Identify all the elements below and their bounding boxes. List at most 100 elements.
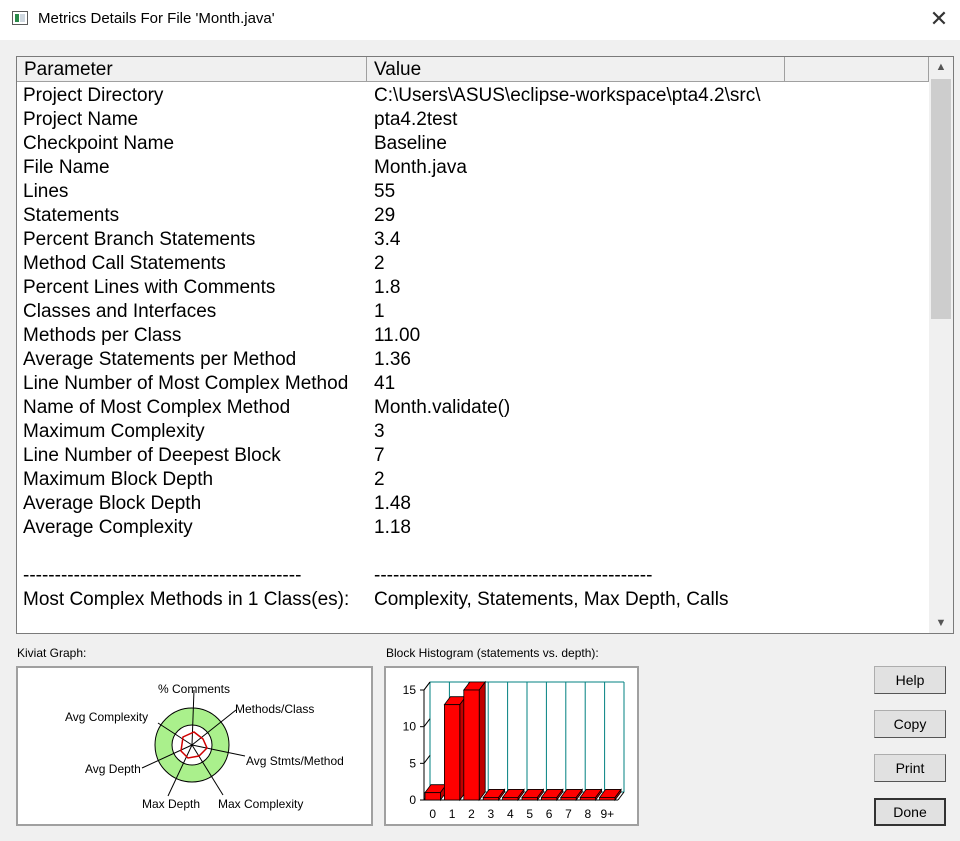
parameter-cell: Project Name — [23, 109, 139, 130]
histogram-bar — [463, 689, 480, 801]
histogram-bar-side — [478, 680, 486, 802]
kiviat-axis-avg-depth: Avg Depth — [85, 762, 141, 776]
scrollbar-thumb[interactable] — [931, 79, 951, 319]
value-cell: 1 — [374, 301, 385, 322]
help-button[interactable]: Help — [874, 666, 946, 694]
histogram-bar — [502, 797, 519, 801]
value-cell: 1.18 — [374, 517, 411, 538]
table-row[interactable]: Percent Lines with Comments 1.8 — [17, 276, 927, 300]
app-icon — [12, 11, 28, 25]
parameter-cell: Average Complexity — [23, 517, 193, 538]
parameter-cell: File Name — [23, 157, 110, 178]
parameter-cell: Project Directory — [23, 85, 164, 106]
close-button[interactable]: ✕ — [926, 6, 952, 32]
histogram-bar — [482, 797, 499, 801]
column-header-empty — [785, 57, 929, 82]
table-row[interactable]: Maximum Block Depth 2 — [17, 468, 927, 492]
table-row[interactable] — [17, 540, 927, 564]
parameter-cell: Line Number of Deepest Block — [23, 445, 281, 466]
value-cell: Month.validate() — [374, 397, 511, 418]
table-row[interactable]: Average Block Depth 1.48 — [17, 492, 927, 516]
histogram-gridline — [423, 755, 431, 764]
kiviat-graph: % Comments Methods/Class Avg Stmts/Metho… — [16, 666, 373, 826]
histogram-x-tick-label: 4 — [507, 807, 514, 821]
scroll-down-icon[interactable]: ▼ — [929, 613, 953, 633]
parameter-cell: Name of Most Complex Method — [23, 397, 291, 418]
value-cell: 3 — [374, 421, 385, 442]
value-cell: 1.8 — [374, 277, 401, 298]
value-cell: Baseline — [374, 133, 447, 154]
table-row[interactable]: Method Call Statements 2 — [17, 252, 927, 276]
value-cell: 1.36 — [374, 349, 411, 370]
parameter-cell: Method Call Statements — [23, 253, 226, 274]
table-row[interactable]: Line Number of Most Complex Method 41 — [17, 372, 927, 396]
kiviat-axis-comments: % Comments — [158, 682, 230, 696]
histogram-y-tick-label: 10 — [403, 720, 417, 734]
print-button[interactable]: Print — [874, 754, 946, 782]
table-row[interactable]: Checkpoint Name Baseline — [17, 132, 927, 156]
histogram-y-tick-label: 0 — [409, 793, 416, 807]
scroll-up-icon[interactable]: ▲ — [929, 57, 953, 77]
parameter-cell: Most Complex Methods in 1 Class(es): — [23, 589, 350, 610]
histogram-chart: 1510500 1 2 3 4 5 6 7 8 9+ — [403, 680, 625, 821]
table-row[interactable]: Classes and Interfaces 1 — [17, 300, 927, 324]
parameter-cell: Percent Lines with Comments — [23, 277, 276, 298]
parameter-cell: Maximum Block Depth — [23, 469, 214, 490]
done-button[interactable]: Done — [874, 798, 946, 826]
value-cell: C:\Users\ASUS\eclipse-workspace\pta4.2\s… — [374, 85, 761, 106]
table-row[interactable]: Average Complexity 1.18 — [17, 516, 927, 540]
parameter-cell: Line Number of Most Complex Method — [23, 373, 349, 394]
table-row[interactable]: Line Number of Deepest Block 7 — [17, 444, 927, 468]
table-row[interactable]: Project Name pta4.2test — [17, 108, 927, 132]
histogram-y-tick-label: 5 — [409, 756, 416, 770]
kiviat-chart: % Comments Methods/Class Avg Stmts/Metho… — [65, 682, 344, 811]
kiviat-axis-methods-class: Methods/Class — [235, 702, 314, 716]
table-row[interactable]: Percent Branch Statements 3.4 — [17, 228, 927, 252]
histogram-bar — [579, 797, 596, 801]
parameter-cell: Average Statements per Method — [23, 349, 297, 370]
kiviat-axis-max-depth: Max Depth — [142, 797, 200, 811]
copy-button[interactable]: Copy — [874, 710, 946, 738]
histogram-y-tick-label: 15 — [403, 683, 417, 697]
value-cell: 41 — [374, 373, 396, 394]
histogram-bar — [599, 797, 616, 801]
table-row[interactable]: Statements 29 — [17, 204, 927, 228]
table-row[interactable]: Project Directory C:\Users\ASUS\eclipse-w… — [17, 84, 927, 108]
table-row[interactable]: Most Complex Methods in 1 Class(es): Comp… — [17, 588, 927, 612]
value-cell: pta4.2test — [374, 109, 458, 130]
parameter-cell: Average Block Depth — [23, 493, 202, 514]
value-cell: 2 — [374, 253, 385, 274]
kiviat-graph-label: Kiviat Graph: — [17, 646, 87, 660]
histogram-axis-corner — [423, 681, 431, 691]
table-row[interactable]: Methods per Class 11.00 — [17, 324, 927, 348]
histogram-x-tick-label: 6 — [546, 807, 553, 821]
value-cell: 7 — [374, 445, 385, 466]
table-row[interactable]: Name of Most Complex Method Month.validat… — [17, 396, 927, 420]
vertical-scrollbar[interactable]: ▲ ▼ — [929, 57, 953, 633]
parameter-cell: Checkpoint Name — [23, 133, 175, 154]
table-row[interactable]: Lines 55 — [17, 180, 927, 204]
block-histogram: 15 10 5 0 0 1 2 3 4 5 6 7 8 9+ — [384, 666, 639, 826]
histogram-gridline — [423, 718, 431, 727]
metrics-table: Parameter Value Project Directory C:\User… — [16, 56, 954, 634]
parameter-cell: Methods per Class — [23, 325, 182, 346]
histogram-bar — [424, 792, 441, 801]
histogram-x-tick-label: 2 — [468, 807, 475, 821]
value-cell: 55 — [374, 181, 396, 202]
table-row[interactable]: File Name Month.java — [17, 156, 927, 180]
histogram-x-tick-label: 5 — [526, 807, 533, 821]
value-cell: ----------------------------------------… — [374, 565, 653, 586]
kiviat-axis-avg-stmts: Avg Stmts/Method — [246, 754, 344, 768]
column-header-value[interactable]: Value — [367, 57, 785, 82]
table-row[interactable]: Maximum Complexity 3 — [17, 420, 927, 444]
histogram-x-tick-label: 1 — [449, 807, 456, 821]
table-row[interactable]: Average Statements per Method 1.36 — [17, 348, 927, 372]
value-cell: 3.4 — [374, 229, 401, 250]
parameter-cell: Percent Branch Statements — [23, 229, 256, 250]
value-cell: 2 — [374, 469, 385, 490]
histogram-label: Block Histogram (statements vs. depth): — [386, 646, 599, 660]
histogram-x-tick-label: 9+ — [600, 807, 614, 821]
histogram-x-tick-label: 3 — [488, 807, 495, 821]
table-row[interactable]: ----------------------------------------… — [17, 564, 927, 588]
column-header-parameter[interactable]: Parameter — [17, 57, 367, 82]
